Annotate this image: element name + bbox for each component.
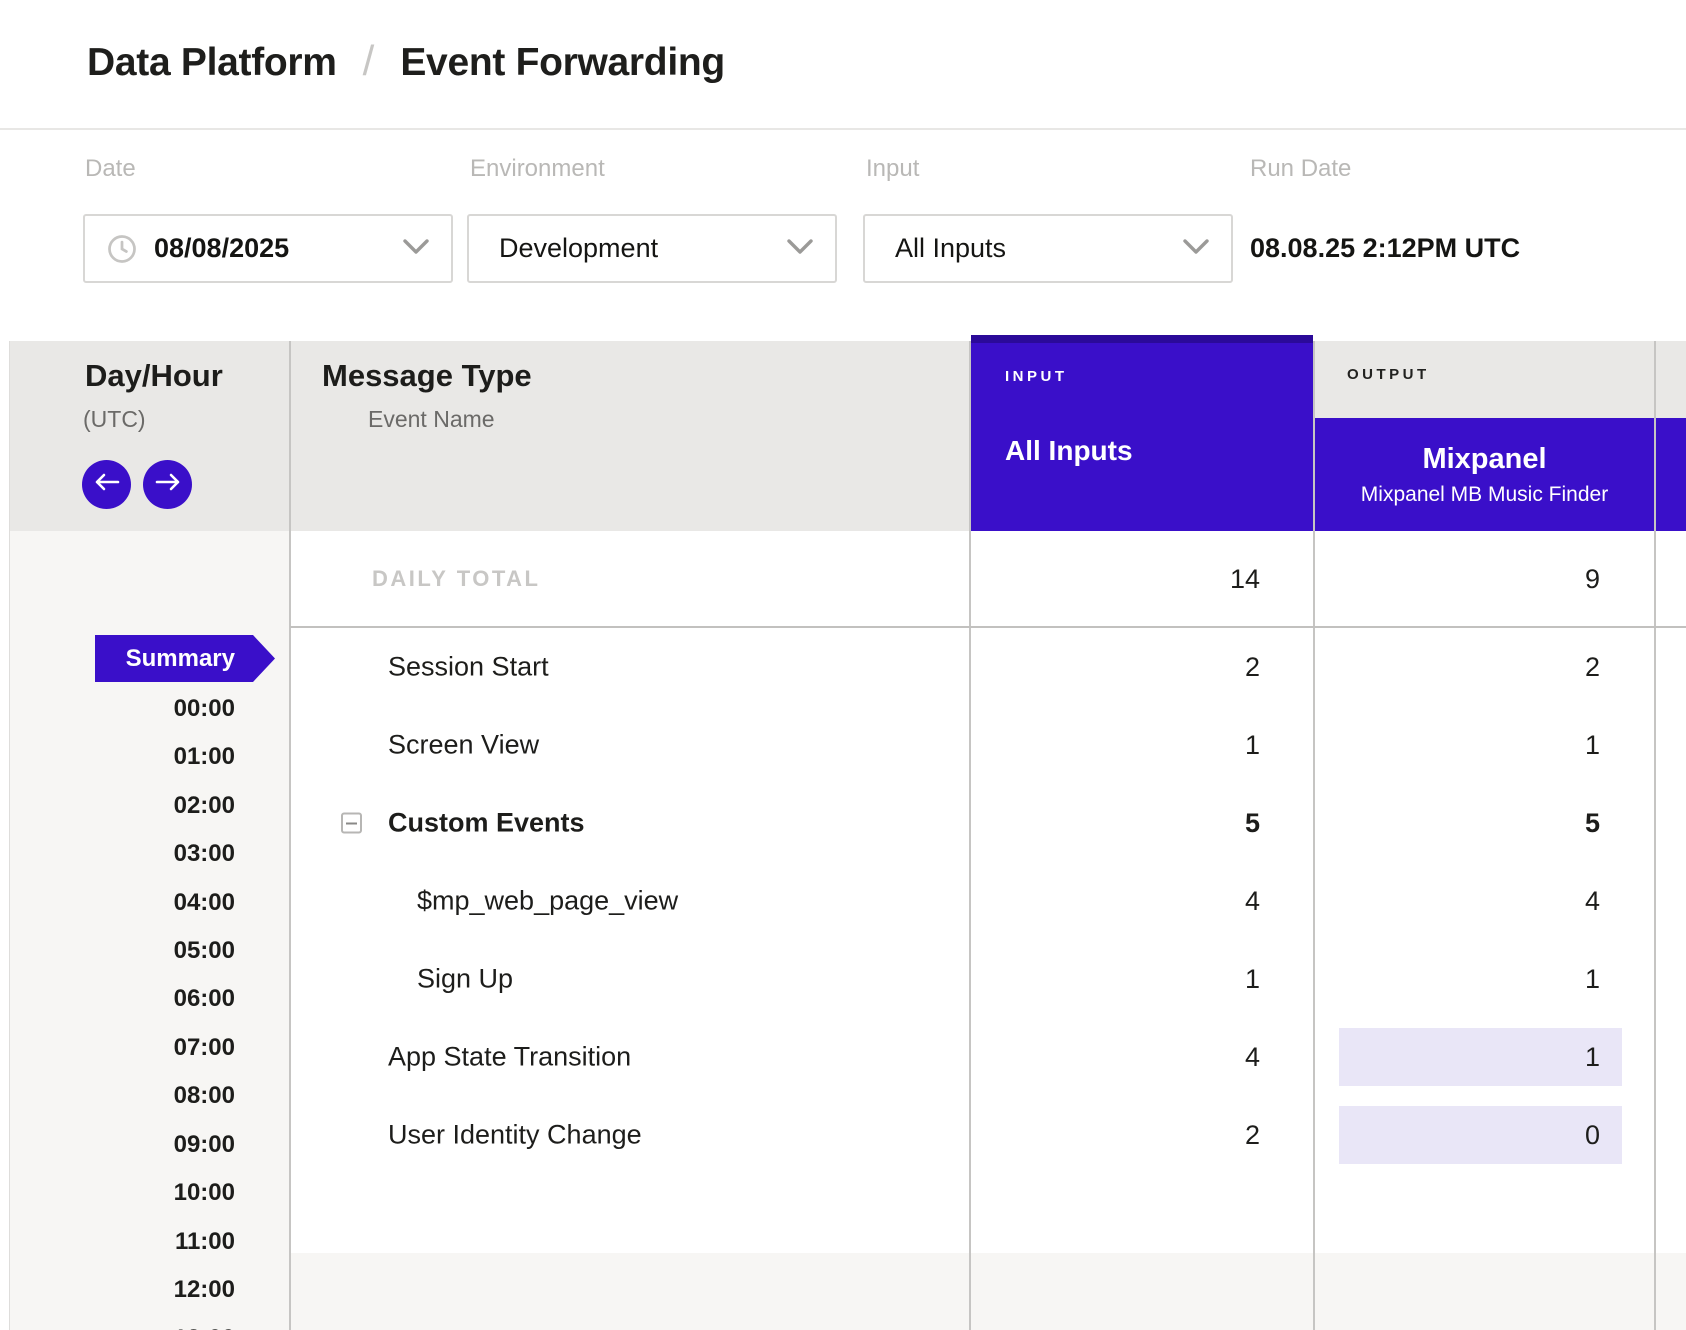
event-name: Custom Events xyxy=(388,808,585,839)
clock-icon xyxy=(107,234,137,264)
date-label: Date xyxy=(85,155,136,183)
table-row: Sign Up 1 1 xyxy=(290,940,1686,1018)
chevron-down-icon xyxy=(1183,239,1209,259)
daily-total-row: DAILY TOTAL 14 9 xyxy=(290,531,1686,627)
input-column-title: All Inputs xyxy=(1005,435,1133,467)
input-count-cell: 5 xyxy=(971,784,1260,862)
top-bar: Data Platform / Event Forwarding xyxy=(0,0,1686,130)
input-select[interactable]: All Inputs xyxy=(863,214,1233,283)
hour-row-selector[interactable]: 12:00 xyxy=(10,1266,235,1314)
environment-value: Development xyxy=(499,233,658,264)
hour-row-selector[interactable]: 07:00 xyxy=(10,1024,235,1072)
table-row: User Identity Change 2 0 xyxy=(290,1096,1686,1174)
summary-row-selector[interactable]: Summary xyxy=(95,635,275,682)
daily-total-input-cell: 14 xyxy=(971,531,1260,627)
table-row: Screen View 1 1 xyxy=(290,706,1686,784)
message-type-subtitle: Event Name xyxy=(368,406,495,433)
environment-select[interactable]: Development xyxy=(467,214,837,283)
table-row: Session Start 2 2 xyxy=(290,628,1686,706)
output-section-label: OUTPUT xyxy=(1347,366,1430,383)
page-title: Event Forwarding xyxy=(400,41,725,85)
event-name: App State Transition xyxy=(388,1042,631,1073)
hour-row-selector[interactable]: 13:00 xyxy=(10,1315,235,1330)
table-row: App State Transition 4 1 xyxy=(290,1018,1686,1096)
hour-row-selector[interactable]: 00:00 xyxy=(10,685,235,733)
previous-day-button[interactable] xyxy=(82,460,131,509)
event-name: Session Start xyxy=(388,652,549,683)
hour-row-selector[interactable]: 02:00 xyxy=(10,782,235,830)
input-count-cell: 1 xyxy=(971,940,1260,1018)
filter-bar: Date Environment Input Run Date 08/08/20… xyxy=(0,130,1686,341)
input-count-cell: 1 xyxy=(971,706,1260,784)
next-day-button[interactable] xyxy=(143,460,192,509)
input-count-cell: 4 xyxy=(971,862,1260,940)
event-name: User Identity Change xyxy=(388,1120,642,1151)
chevron-down-icon xyxy=(787,239,813,259)
date-select[interactable]: 08/08/2025 xyxy=(83,214,453,283)
input-count-cell: 2 xyxy=(971,628,1260,706)
input-column-header-cap xyxy=(971,335,1313,343)
input-column-header[interactable]: INPUT All Inputs xyxy=(971,335,1313,531)
event-name: Screen View xyxy=(388,730,539,761)
output-column-header-partial xyxy=(1656,418,1686,531)
chevron-down-icon xyxy=(403,239,429,259)
output-mismatch-highlight xyxy=(1339,1106,1622,1164)
arrow-left-icon xyxy=(94,471,120,498)
output-column-subtitle: Mixpanel MB Music Finder xyxy=(1361,483,1608,507)
table-row: Custom Events 5 5 xyxy=(290,784,1686,862)
breadcrumb-separator: / xyxy=(363,37,375,85)
output-count-cell: 2 xyxy=(1313,628,1600,706)
message-type-header: Message Type xyxy=(322,358,532,394)
input-count-cell: 4 xyxy=(971,1018,1260,1096)
hour-row-selector[interactable]: 08:00 xyxy=(10,1072,235,1120)
output-count-cell: 1 xyxy=(1313,940,1600,1018)
hour-row-selector[interactable]: 11:00 xyxy=(10,1218,235,1266)
input-label: Input xyxy=(866,155,919,183)
run-date-value: 08.08.25 2:12PM UTC xyxy=(1250,214,1520,283)
hour-row-selector[interactable]: 10:00 xyxy=(10,1169,235,1217)
hour-row-selector[interactable]: 09:00 xyxy=(10,1121,235,1169)
input-count-cell: 2 xyxy=(971,1096,1260,1174)
table-row: $mp_web_page_view 4 4 xyxy=(290,862,1686,940)
day-hour-subtitle: (UTC) xyxy=(83,406,146,433)
daily-total-label: DAILY TOTAL xyxy=(372,566,540,592)
date-value: 08/08/2025 xyxy=(154,233,289,264)
output-count-cell: 5 xyxy=(1313,784,1600,862)
output-count-cell: 4 xyxy=(1313,862,1600,940)
table-footer-area xyxy=(290,1253,1686,1330)
arrow-right-icon xyxy=(155,471,181,498)
hour-row-selector[interactable]: 05:00 xyxy=(10,927,235,975)
event-name: Sign Up xyxy=(417,964,513,995)
day-hour-header: Day/Hour xyxy=(85,358,223,394)
collapse-custom-events-button[interactable] xyxy=(341,813,362,834)
breadcrumb-section[interactable]: Data Platform xyxy=(87,41,337,85)
hour-row-selector[interactable]: 04:00 xyxy=(10,879,235,927)
input-value: All Inputs xyxy=(895,233,1006,264)
daily-total-output-cell: 9 xyxy=(1313,531,1600,627)
event-name: $mp_web_page_view xyxy=(417,886,678,917)
output-mismatch-highlight xyxy=(1339,1028,1622,1086)
output-column-header-mixpanel[interactable]: Mixpanel Mixpanel MB Music Finder xyxy=(1315,418,1654,531)
environment-label: Environment xyxy=(470,155,605,183)
output-column-title: Mixpanel xyxy=(1422,443,1546,476)
hour-row-selector[interactable]: 03:00 xyxy=(10,830,235,878)
run-date-label: Run Date xyxy=(1250,155,1351,183)
event-forwarding-page: Data Platform / Event Forwarding Date En… xyxy=(0,0,1686,1330)
breadcrumb: Data Platform / Event Forwarding xyxy=(87,0,725,126)
hour-row-selector[interactable]: 01:00 xyxy=(10,733,235,781)
hour-row-selector[interactable]: 06:00 xyxy=(10,975,235,1023)
input-section-label: INPUT xyxy=(1005,368,1068,385)
output-count-cell: 1 xyxy=(1313,706,1600,784)
